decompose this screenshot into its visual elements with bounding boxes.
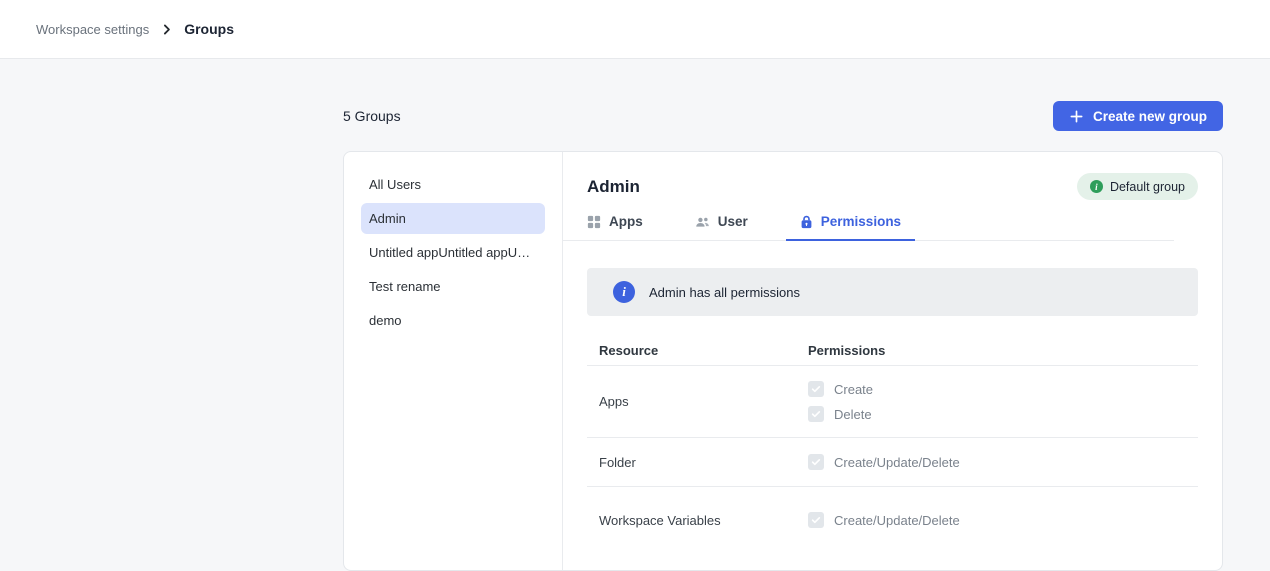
top-header: Workspace settings Groups xyxy=(0,0,1270,59)
checkbox-checked-icon[interactable] xyxy=(808,381,824,397)
checkbox-checked-icon[interactable] xyxy=(808,512,824,528)
info-icon: i xyxy=(613,281,635,303)
column-header-resource: Resource xyxy=(599,343,808,358)
permission-label: Create/Update/Delete xyxy=(834,455,960,470)
groups-toolbar: 5 Groups Create new group xyxy=(343,101,1223,131)
breadcrumb: Workspace settings Groups xyxy=(36,21,234,37)
default-group-badge-label: Default group xyxy=(1110,180,1185,194)
tab-permissions[interactable]: Permissions xyxy=(786,214,915,241)
group-item-label: Test rename xyxy=(369,279,441,294)
checkbox-checked-icon[interactable] xyxy=(808,406,824,422)
table-row-apps: Apps Create xyxy=(587,366,1198,438)
group-item-admin[interactable]: Admin xyxy=(361,203,545,234)
plus-icon xyxy=(1069,109,1084,124)
group-item-test-rename[interactable]: Test rename xyxy=(361,271,545,302)
group-detail-panel: Admin i Default group xyxy=(563,152,1222,570)
group-title: Admin xyxy=(587,177,640,197)
groups-card: All Users Admin Untitled appUntitled app… xyxy=(343,151,1223,571)
breadcrumb-workspace-settings[interactable]: Workspace settings xyxy=(36,22,149,37)
groups-content: 5 Groups Create new group All Users Admi… xyxy=(343,59,1223,571)
group-tabs: Apps User xyxy=(563,214,1174,241)
users-icon xyxy=(695,215,710,229)
group-item-all-users[interactable]: All Users xyxy=(361,169,545,200)
checkbox-checked-icon[interactable] xyxy=(808,454,824,470)
group-item-label: All Users xyxy=(369,177,421,192)
workspace-settings-groups-screen: Workspace settings Groups 5 Groups Creat… xyxy=(0,0,1270,555)
permission-label: Create/Update/Delete xyxy=(834,513,960,528)
permissions-table: Resource Permissions Apps Create xyxy=(587,336,1198,553)
lock-icon xyxy=(800,215,813,229)
column-header-permissions: Permissions xyxy=(808,343,885,358)
resource-label: Workspace Variables xyxy=(599,513,808,528)
tab-apps[interactable]: Apps xyxy=(573,214,657,241)
permissions-info-text: Admin has all permissions xyxy=(649,285,800,300)
group-item-label: Admin xyxy=(369,211,406,226)
permission-folder-cud: Create/Update/Delete xyxy=(808,454,960,470)
group-item-label: demo xyxy=(369,313,402,328)
table-header-row: Resource Permissions xyxy=(587,336,1198,366)
tab-user[interactable]: User xyxy=(681,214,762,241)
permission-label: Delete xyxy=(834,407,872,422)
chevron-right-icon xyxy=(160,23,173,36)
create-new-group-label: Create new group xyxy=(1093,109,1207,124)
tab-permissions-label: Permissions xyxy=(821,214,901,229)
permission-workspace-variables-cud: Create/Update/Delete xyxy=(808,512,960,528)
groups-count-label: 5 Groups xyxy=(343,108,401,124)
permission-delete: Delete xyxy=(808,406,873,422)
tab-user-label: User xyxy=(718,214,748,229)
permissions-info-banner: i Admin has all permissions xyxy=(587,268,1198,316)
table-row-workspace-variables: Workspace Variables Create/Update/Delete xyxy=(587,487,1198,553)
permissions-cell: Create Delete xyxy=(808,381,873,422)
permission-label: Create xyxy=(834,382,873,397)
resource-label: Apps xyxy=(599,394,808,409)
panel-header: Admin i Default group xyxy=(587,173,1198,200)
group-list: All Users Admin Untitled appUntitled app… xyxy=(344,152,563,570)
group-item-untitled-app[interactable]: Untitled appUntitled appUntitle… xyxy=(361,237,545,268)
default-group-badge: i Default group xyxy=(1077,173,1198,200)
permission-create: Create xyxy=(808,381,873,397)
create-new-group-button[interactable]: Create new group xyxy=(1053,101,1223,131)
breadcrumb-current-groups: Groups xyxy=(184,21,234,37)
info-icon: i xyxy=(1090,180,1103,193)
grid-icon xyxy=(587,215,601,229)
group-item-demo[interactable]: demo xyxy=(361,305,545,336)
tab-apps-label: Apps xyxy=(609,214,643,229)
group-item-label: Untitled appUntitled appUntitle… xyxy=(369,245,537,260)
table-row-folder: Folder Create/Update/Delete xyxy=(587,438,1198,487)
resource-label: Folder xyxy=(599,455,808,470)
